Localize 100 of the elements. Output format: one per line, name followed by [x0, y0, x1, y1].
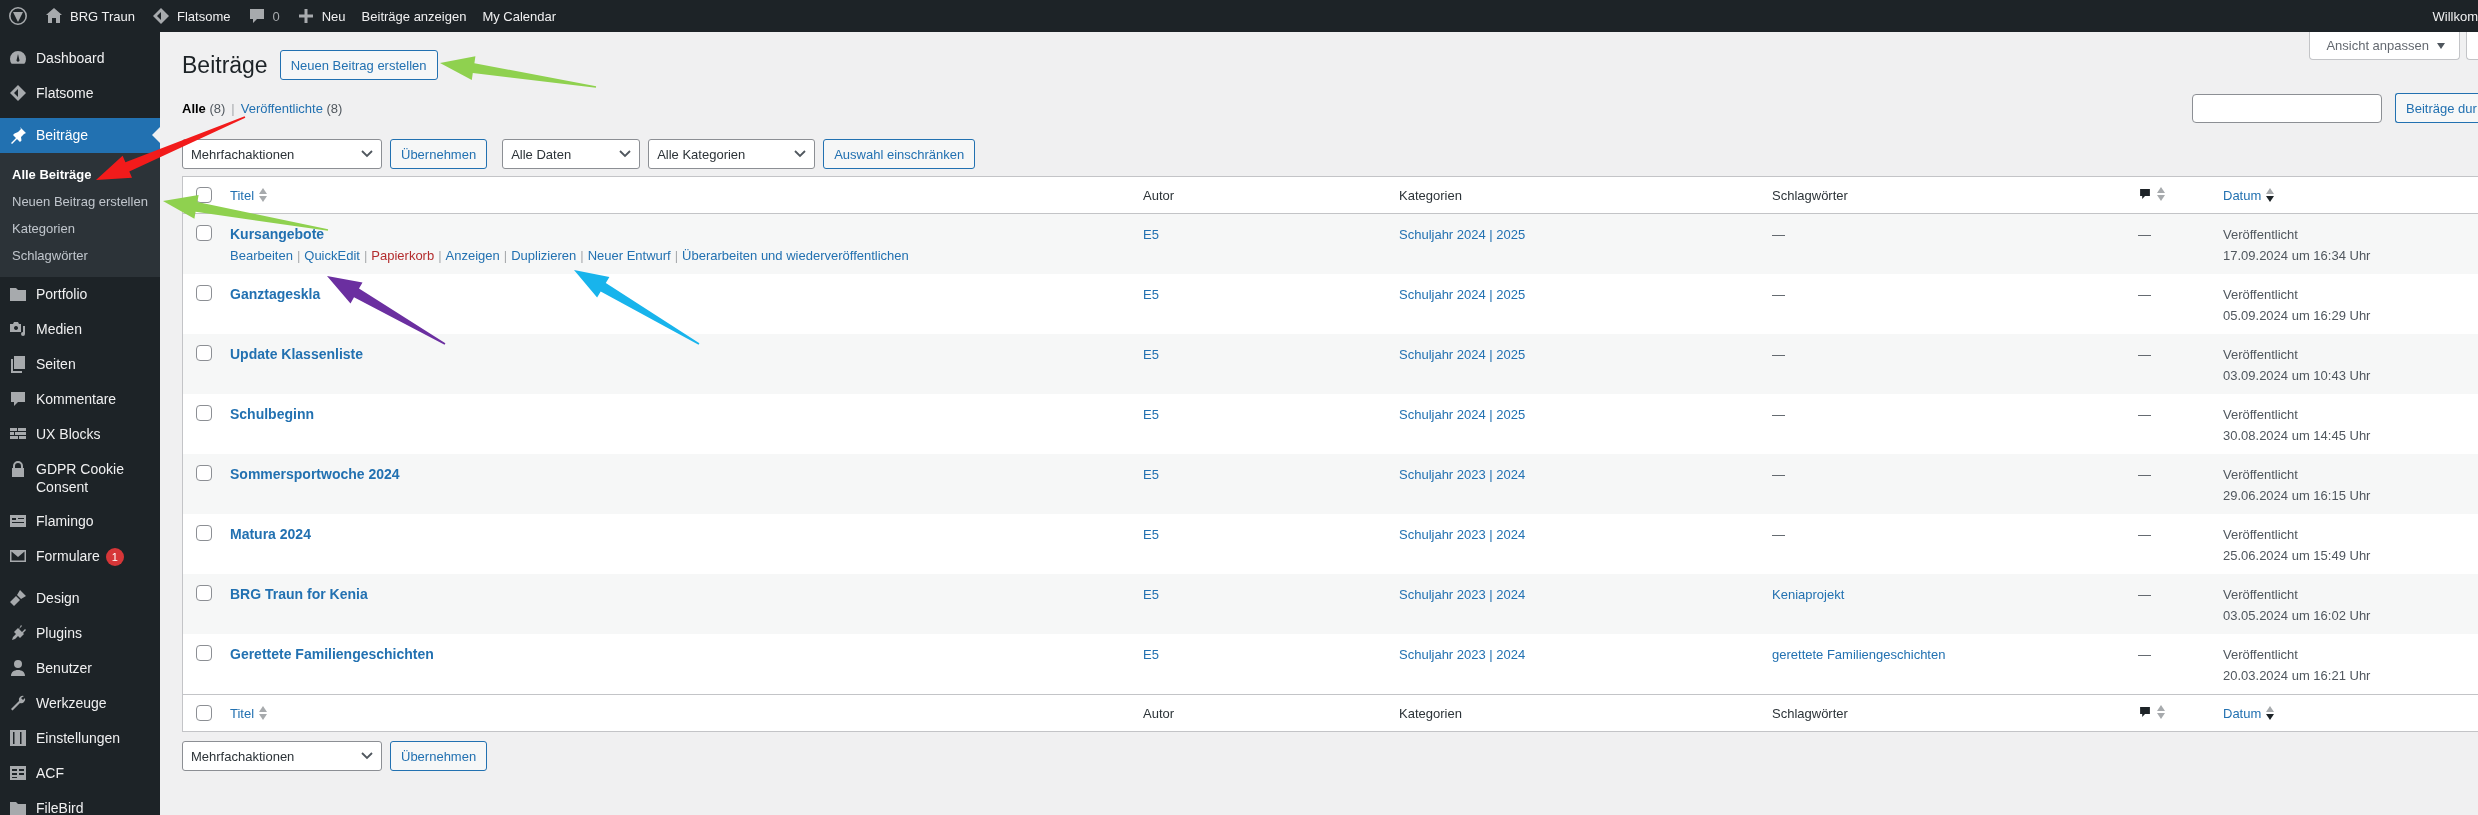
author-link[interactable]: E5 — [1143, 407, 1159, 422]
speech-bubble-icon — [2138, 186, 2152, 201]
menu-item[interactable]: Beiträge — [0, 118, 160, 153]
post-title-link[interactable]: BRG Traun for Kenia — [230, 584, 368, 605]
category-link[interactable]: Schuljahr 2024 | 2025 — [1399, 227, 1526, 242]
checkbox[interactable] — [196, 285, 212, 301]
checkbox[interactable] — [196, 405, 212, 421]
menu-item[interactable]: Einstellungen — [0, 721, 160, 756]
tag-link[interactable]: gerettete Familiengeschichten — [1772, 647, 1946, 662]
checkbox[interactable] — [196, 585, 212, 601]
table-cell: — — [1772, 347, 1785, 362]
view-filter-link[interactable]: Alle (8) — [182, 100, 226, 116]
menu-item[interactable]: GDPR Cookie Consent — [0, 452, 160, 504]
menu-item[interactable]: Werkzeuge — [0, 686, 160, 721]
menu-item[interactable]: Kommentare — [0, 382, 160, 417]
toolbar-link[interactable]: Beiträge anzeigen — [353, 0, 475, 32]
logo-icon[interactable] — [8, 6, 28, 26]
category-link[interactable]: Schuljahr 2024 | 2025 — [1399, 287, 1526, 302]
menu-item[interactable]: Dashboard — [0, 41, 160, 76]
post-title-link[interactable]: Gerettete Familiengeschichten — [230, 644, 434, 665]
author-link[interactable]: E5 — [1143, 527, 1159, 542]
checkbox[interactable] — [196, 345, 212, 361]
category-link[interactable]: Schuljahr 2023 | 2024 — [1399, 647, 1526, 662]
row-action-link[interactable]: QuickEdit — [304, 245, 360, 266]
menu-item[interactable]: Plugins — [0, 616, 160, 651]
menu-item[interactable]: ACF — [0, 756, 160, 791]
checkbox[interactable] — [196, 465, 212, 481]
menu-item[interactable]: UX Blocks — [0, 417, 160, 452]
category-link[interactable]: Schuljahr 2023 | 2024 — [1399, 467, 1526, 482]
author-link[interactable]: E5 — [1143, 587, 1159, 602]
menu-item[interactable]: Formulare 1 — [0, 539, 160, 574]
checkbox[interactable] — [196, 645, 212, 661]
column-header[interactable]: Titel — [230, 705, 268, 721]
author-link[interactable]: E5 — [1143, 347, 1159, 362]
table-cell: — — [2138, 287, 2151, 302]
checkbox[interactable] — [196, 225, 212, 241]
author-link[interactable]: E5 — [1143, 287, 1159, 302]
menu-item[interactable]: FileBird — [0, 791, 160, 815]
search-button[interactable]: Beiträge dur — [2395, 93, 2478, 123]
view-separator: | — [231, 100, 235, 116]
comments-column-header[interactable] — [2138, 186, 2165, 201]
post-title-link[interactable]: Kursangebote — [230, 224, 325, 245]
menu-item[interactable]: Flatsome — [0, 76, 160, 111]
author-link[interactable]: E5 — [1143, 227, 1159, 242]
post-title-link[interactable]: Update Klassenliste — [230, 344, 364, 365]
row-action-link[interactable]: Überarbeiten und wiederveröffentlichen — [682, 245, 909, 266]
post-status: Veröffentlicht — [2223, 286, 2298, 304]
toolbar-link[interactable]: BRG Traun — [36, 0, 144, 32]
search-field[interactable] — [2192, 93, 2382, 123]
checkbox[interactable] — [196, 187, 212, 203]
filter-button[interactable]: Auswahl einschränken — [823, 139, 976, 169]
category-filter-dropdown[interactable]: Alle Kategorien — [648, 139, 816, 169]
category-link[interactable]: Schuljahr 2024 | 2025 — [1399, 347, 1526, 362]
menu-item[interactable]: Portfolio — [0, 277, 160, 312]
author-link[interactable]: E5 — [1143, 647, 1159, 662]
view-filter-link[interactable]: Veröffentlichte (8) — [240, 100, 343, 116]
trash-link[interactable]: Papierkorb — [371, 245, 435, 266]
author-link[interactable]: E5 — [1143, 467, 1159, 482]
column-header[interactable]: Datum — [2223, 705, 2275, 721]
column-header[interactable]: Titel — [230, 187, 268, 203]
menu-item[interactable]: Seiten — [0, 347, 160, 382]
column-header[interactable]: Datum — [2223, 187, 2275, 203]
toolbar-link[interactable]: Neu — [287, 0, 354, 32]
post-title-link[interactable]: Schulbeginn — [230, 404, 314, 425]
tag-link[interactable]: Keniaprojekt — [1772, 587, 1845, 602]
post-title-link[interactable]: Matura 2024 — [230, 524, 311, 545]
table-cell: — — [2138, 587, 2151, 602]
menu-item[interactable]: Design — [0, 581, 160, 616]
post-title-link[interactable]: Ganztageskla — [230, 284, 321, 305]
action-separator: | — [363, 247, 368, 265]
row-action-link[interactable]: Duplizieren — [511, 245, 577, 266]
category-link[interactable]: Schuljahr 2024 | 2025 — [1399, 407, 1526, 422]
menu-item[interactable]: Benutzer — [0, 651, 160, 686]
add-new-button[interactable]: Neuen Beitrag erstellen — [279, 50, 438, 80]
menu-item[interactable]: Medien — [0, 312, 160, 347]
date-filter-dropdown[interactable]: Alle Daten — [502, 139, 641, 169]
bulk-actions-dropdown[interactable]: Mehrfachaktionen — [182, 741, 382, 771]
checkbox[interactable] — [196, 525, 212, 541]
category-link[interactable]: Schuljahr 2023 | 2024 — [1399, 587, 1526, 602]
toolbar-link[interactable]: Flatsome — [143, 0, 239, 32]
post-date: 25.06.2024 um 15:49 Uhr — [2223, 547, 2371, 565]
row-action-link[interactable]: Bearbeiten — [230, 245, 293, 266]
bulk-actions-dropdown[interactable]: Mehrfachaktionen — [182, 139, 382, 169]
action-separator: | — [438, 247, 442, 265]
submenu-item[interactable]: Schlagwörter — [0, 242, 160, 269]
screen-options-tab[interactable]: Ansicht anpassen — [2309, 32, 2460, 60]
submenu-item[interactable]: Alle Beiträge — [0, 161, 160, 188]
comments-column-header[interactable] — [2138, 704, 2165, 719]
apply-button[interactable]: Übernehmen — [390, 741, 488, 771]
category-link[interactable]: Schuljahr 2023 | 2024 — [1399, 527, 1526, 542]
toolbar-link[interactable]: My Calendar — [474, 0, 565, 32]
post-title-link[interactable]: Sommersportwoche 2024 — [230, 464, 400, 485]
submenu-item[interactable]: Kategorien — [0, 215, 160, 242]
menu-item[interactable]: Flamingo — [0, 504, 160, 539]
toolbar-link[interactable]: 0 — [238, 0, 288, 32]
checkbox[interactable] — [196, 705, 212, 721]
row-action-link[interactable]: Neuer Entwurf — [587, 245, 671, 266]
row-action-link[interactable]: Anzeigen — [445, 245, 500, 266]
apply-button[interactable]: Übernehmen — [390, 139, 488, 169]
submenu-item[interactable]: Neuen Beitrag erstellen — [0, 188, 160, 215]
